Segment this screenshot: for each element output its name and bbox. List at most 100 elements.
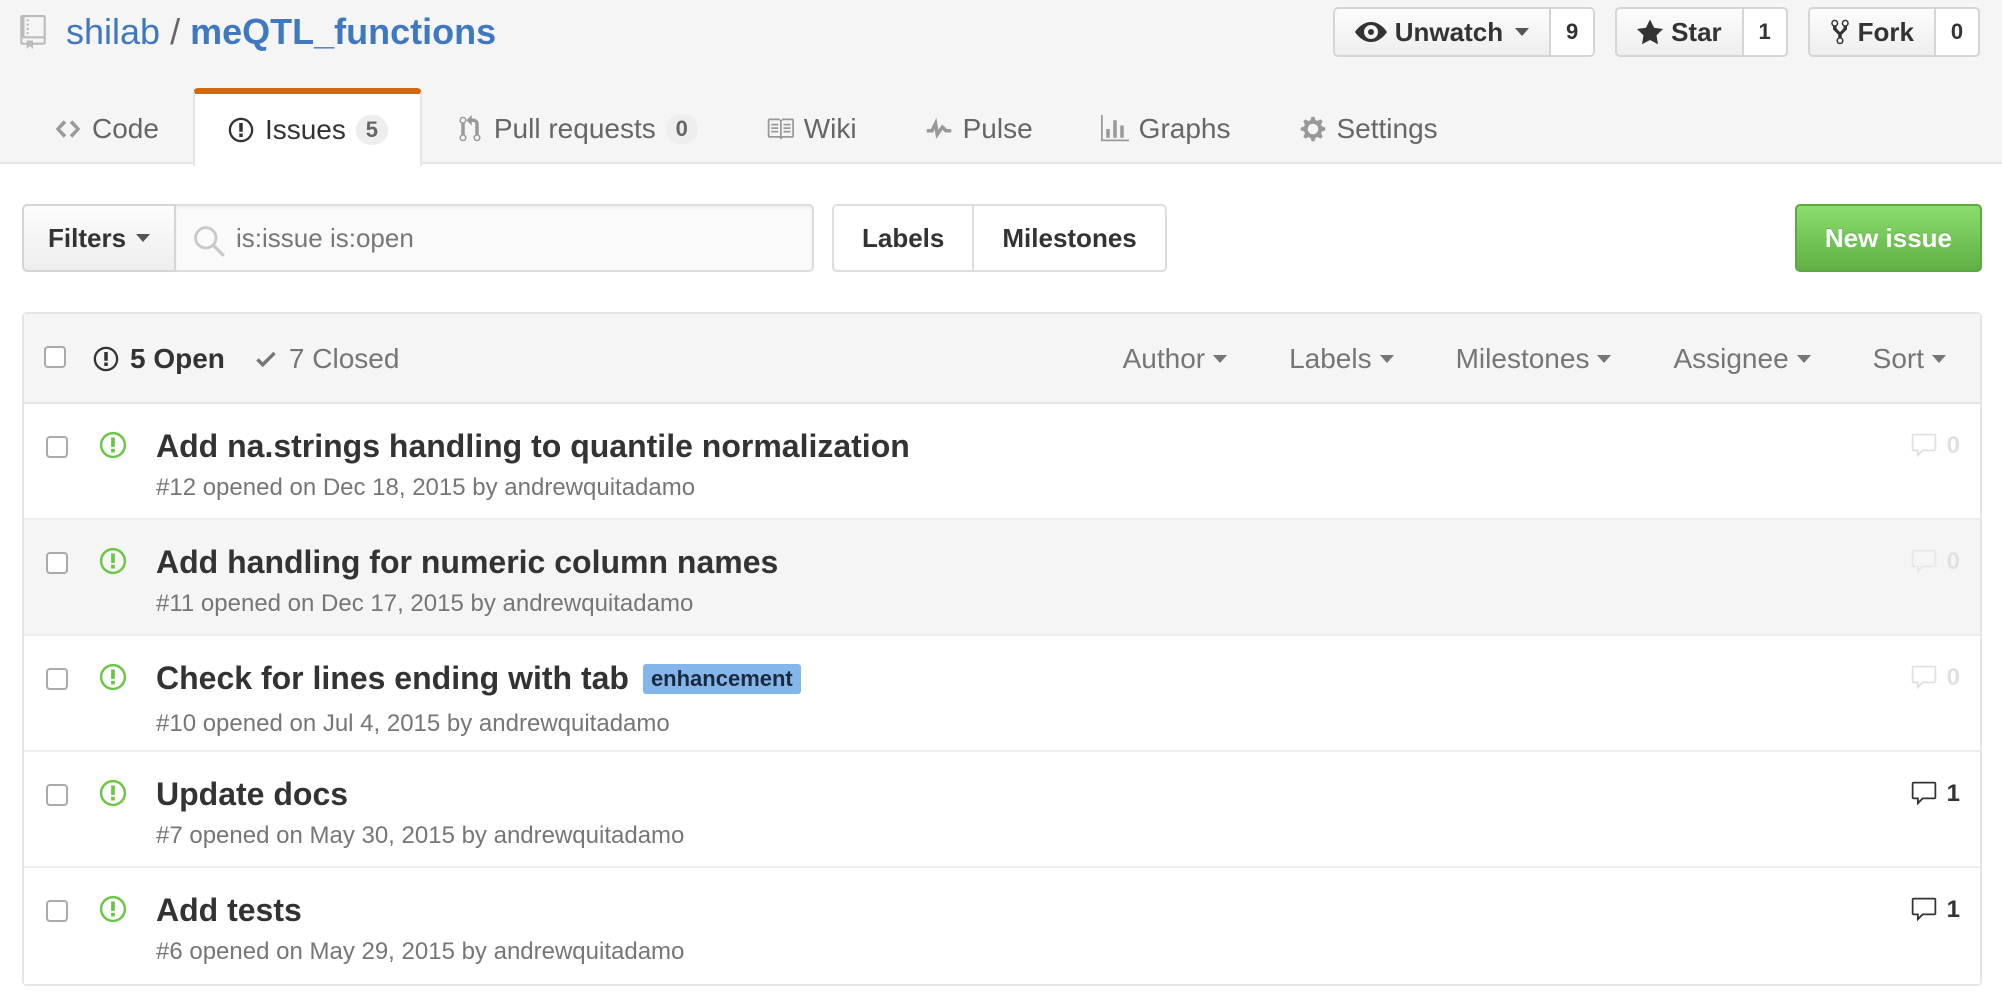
issue-row[interactable]: Update docs #7 opened on May 30, 2015 by… xyxy=(24,752,1980,868)
assignee-filter-label: Assignee xyxy=(1673,343,1789,374)
comment-count: 0 xyxy=(1946,432,1960,459)
chevron-down-icon xyxy=(1515,28,1530,36)
chevron-down-icon xyxy=(1932,355,1946,363)
issue-meta: #10 opened on Jul 4, 2015 by andrewquita… xyxy=(156,710,670,737)
issue-checkbox[interactable] xyxy=(46,668,68,690)
issue-opened-icon xyxy=(99,431,127,459)
issue-checkbox[interactable] xyxy=(46,552,68,574)
closed-issues-label: 7 Closed xyxy=(288,343,400,374)
issues-toolbar: Filters Labels Milestones New issue xyxy=(22,204,1982,272)
comment-count: 0 xyxy=(1946,548,1960,575)
select-all-checkbox[interactable] xyxy=(44,346,66,368)
tab-wiki[interactable]: Wiki xyxy=(732,88,891,164)
issue-title-link[interactable]: Add tests xyxy=(156,892,302,929)
issue-meta: #6 opened on May 29, 2015 by andrewquita… xyxy=(156,938,685,965)
fork-button[interactable]: Fork xyxy=(1807,7,1936,57)
issue-opened-icon xyxy=(93,346,119,372)
eye-icon xyxy=(1354,22,1387,42)
repo-name-link[interactable]: meQTL_functions xyxy=(190,11,496,53)
enhancement-label[interactable]: enhancement xyxy=(642,663,801,694)
issues-table: 5 Open 7 Closed Author Labels Milestones… xyxy=(22,312,1982,986)
filters-button[interactable]: Filters xyxy=(22,204,177,272)
comments-link[interactable]: 0 xyxy=(1909,432,1960,460)
tab-issues-label: Issues xyxy=(264,114,346,145)
repo-title: shilab / meQTL_functions xyxy=(20,10,496,54)
chevron-down-icon xyxy=(1379,355,1394,363)
labels-milestones-group: Labels Milestones xyxy=(832,204,1167,272)
author-filter-label: Author xyxy=(1122,343,1206,374)
repo-icon xyxy=(20,15,46,49)
tab-pull-requests[interactable]: Pull requests 0 xyxy=(422,88,732,164)
comments-link[interactable]: 0 xyxy=(1909,664,1960,692)
sort-filter[interactable]: Sort xyxy=(1873,343,1946,375)
watchers-count[interactable]: 9 xyxy=(1551,7,1596,57)
comments-link[interactable]: 0 xyxy=(1909,548,1960,576)
comment-icon xyxy=(1911,549,1936,574)
tab-code[interactable]: Code xyxy=(20,88,193,164)
issue-checkbox[interactable] xyxy=(46,436,68,458)
repo-path-separator: / xyxy=(170,11,181,52)
comment-icon xyxy=(1911,897,1936,922)
milestones-button[interactable]: Milestones xyxy=(974,204,1167,272)
issue-title-link[interactable]: Add na.strings handling to quantile norm… xyxy=(156,428,910,465)
assignee-filter[interactable]: Assignee xyxy=(1673,343,1811,375)
tab-pulse-label: Pulse xyxy=(962,113,1033,144)
tab-graphs-label: Graphs xyxy=(1138,113,1231,144)
tab-graphs[interactable]: Graphs xyxy=(1067,88,1265,164)
issue-meta: #11 opened on Dec 17, 2015 by andrewquit… xyxy=(156,590,694,617)
issue-title-link[interactable]: Add handling for numeric column names xyxy=(156,544,778,581)
comment-count: 0 xyxy=(1946,664,1960,691)
search-input[interactable] xyxy=(236,206,797,270)
forks-count[interactable]: 0 xyxy=(1936,7,1980,57)
issue-meta: #12 opened on Dec 18, 2015 by andrewquit… xyxy=(156,474,696,501)
comment-count: 1 xyxy=(1946,780,1960,807)
labels-filter[interactable]: Labels xyxy=(1289,343,1394,375)
author-filter[interactable]: Author xyxy=(1123,343,1228,375)
gear-icon xyxy=(1300,116,1325,142)
star-label: Star xyxy=(1671,16,1722,47)
tab-settings[interactable]: Settings xyxy=(1265,88,1472,164)
git-pull-request-icon xyxy=(459,115,481,142)
comment-count: 1 xyxy=(1946,896,1960,923)
comments-link[interactable]: 1 xyxy=(1909,780,1960,808)
open-issues-link[interactable]: 5 Open xyxy=(92,343,225,375)
tab-wiki-label: Wiki xyxy=(803,113,857,144)
repo-owner-link[interactable]: shilab xyxy=(66,11,160,53)
search-box xyxy=(176,204,815,272)
tab-issues[interactable]: Issues 5 xyxy=(192,88,422,166)
milestones-filter-label: Milestones xyxy=(1455,343,1590,374)
new-issue-button[interactable]: New issue xyxy=(1794,204,1982,272)
watch-group: Unwatch 9 xyxy=(1332,7,1596,57)
repo-nav: Code Issues 5 Pull requests 0 Wiki Pulse… xyxy=(20,88,1472,166)
milestones-filter[interactable]: Milestones xyxy=(1456,343,1612,375)
closed-issues-link[interactable]: 7 Closed xyxy=(253,343,400,375)
issue-row[interactable]: Add na.strings handling to quantile norm… xyxy=(24,404,1980,520)
star-button[interactable]: Star xyxy=(1615,7,1744,57)
graph-icon xyxy=(1100,115,1129,142)
unwatch-button[interactable]: Unwatch xyxy=(1332,7,1552,57)
issue-title-link[interactable]: Update docs xyxy=(156,776,348,813)
fork-icon xyxy=(1830,19,1849,45)
tab-pulse[interactable]: Pulse xyxy=(891,88,1067,164)
issue-row[interactable]: Add tests #6 opened on May 29, 2015 by a… xyxy=(24,868,1980,984)
issue-checkbox[interactable] xyxy=(46,900,68,922)
code-icon xyxy=(55,120,81,138)
labels-button[interactable]: Labels xyxy=(832,204,975,272)
open-issues-label: 5 Open xyxy=(130,343,225,374)
star-group: Star 1 xyxy=(1615,7,1788,57)
check-icon xyxy=(256,351,276,368)
chevron-down-icon xyxy=(1213,355,1228,363)
issue-states: 5 Open 7 Closed xyxy=(92,314,399,404)
issue-checkbox[interactable] xyxy=(46,784,68,806)
search-icon xyxy=(194,226,225,257)
tab-pull-requests-label: Pull requests xyxy=(493,113,656,144)
star-icon xyxy=(1637,19,1664,45)
issue-row[interactable]: Check for lines ending with tab enhancem… xyxy=(24,636,1980,752)
chevron-down-icon xyxy=(1796,355,1811,363)
comments-link[interactable]: 1 xyxy=(1909,896,1960,924)
issue-row[interactable]: Add handling for numeric column names #1… xyxy=(24,520,1980,636)
issue-title-link[interactable]: Check for lines ending with tab xyxy=(156,660,629,697)
chevron-down-icon xyxy=(1597,355,1612,363)
stargazers-count[interactable]: 1 xyxy=(1743,7,1788,57)
book-icon xyxy=(767,118,794,140)
